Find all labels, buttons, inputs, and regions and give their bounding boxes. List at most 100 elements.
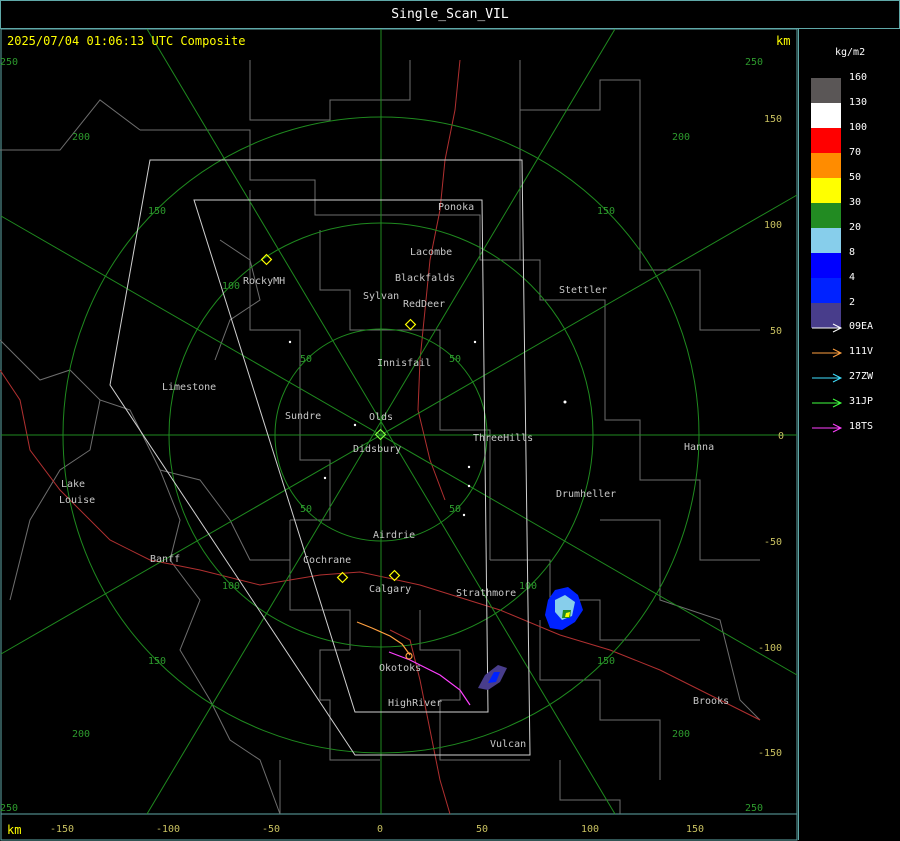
rivers bbox=[0, 59, 761, 815]
place-label: Cochrane bbox=[303, 555, 351, 566]
x-tick: 0 bbox=[377, 824, 383, 835]
radar-label: 27ZW bbox=[849, 371, 874, 382]
place-label: Hanna bbox=[684, 442, 714, 453]
x-tick: -50 bbox=[262, 824, 280, 835]
place-label: Sylvan bbox=[363, 291, 399, 302]
legend-swatch bbox=[811, 278, 841, 303]
place-label: Didsbury bbox=[353, 444, 401, 455]
ring-label: 50 bbox=[449, 354, 461, 365]
x-tick: 50 bbox=[476, 824, 488, 835]
radar-label: 09EA bbox=[849, 321, 874, 332]
place-label: Innisfail bbox=[377, 358, 431, 369]
ring-label: 50 bbox=[300, 354, 312, 365]
place-label: Vulcan bbox=[490, 739, 526, 750]
ring-label: 250 bbox=[745, 57, 763, 68]
ring-label: 150 bbox=[148, 656, 166, 667]
legend-swatch-label: 70 bbox=[849, 147, 862, 158]
place-label: Lacombe bbox=[410, 247, 452, 258]
place-label: Lake bbox=[61, 479, 85, 490]
legend-swatch bbox=[811, 203, 841, 228]
place-label: Okotoks bbox=[379, 663, 421, 674]
legend-swatch bbox=[811, 228, 841, 253]
place-label: Stettler bbox=[559, 285, 607, 296]
legend-swatch bbox=[811, 78, 841, 103]
ring-label: 250 bbox=[745, 803, 763, 814]
ring-label: 100 bbox=[222, 281, 240, 292]
legend-swatch bbox=[811, 103, 841, 128]
radar-arrow-icon bbox=[811, 422, 843, 434]
km-label-top: km bbox=[776, 34, 791, 48]
y-tick: 100 bbox=[764, 220, 782, 231]
axis-strip bbox=[0, 813, 798, 841]
ring-label: 50 bbox=[449, 504, 461, 515]
legend-swatch-label: 30 bbox=[849, 197, 862, 208]
county-boundaries bbox=[0, 60, 761, 815]
legend-swatch-label: 160 bbox=[849, 72, 868, 83]
legend-swatch bbox=[811, 153, 841, 178]
radar-map[interactable]: 50 50 50 50 100 100 100 150 150 150 150 … bbox=[0, 0, 798, 841]
place-label: Louise bbox=[59, 495, 95, 506]
legend-swatch-label: 50 bbox=[849, 172, 862, 183]
place-label: RedDeer bbox=[403, 299, 445, 310]
radar-arrow-icon bbox=[811, 322, 843, 334]
place-label: ThreeHills bbox=[473, 433, 533, 444]
place-labels: Ponoka Lacombe Blackfalds Sylvan RedDeer Stet… bbox=[59, 202, 729, 750]
y-tick: -100 bbox=[758, 643, 782, 654]
place-label: Banff bbox=[150, 554, 180, 565]
km-label-bottom: km bbox=[7, 823, 22, 837]
ring-label: 150 bbox=[148, 206, 166, 217]
ring-label: 250 bbox=[0, 57, 18, 68]
y-tick: 0 bbox=[778, 431, 784, 442]
legend-swatch-label: 20 bbox=[849, 222, 862, 233]
radar-arrow-icon bbox=[811, 372, 843, 384]
legend-swatch bbox=[811, 128, 841, 153]
ring-label: 100 bbox=[222, 581, 240, 592]
range-rings bbox=[0, 28, 798, 815]
legend-swatch-label: 8 bbox=[849, 247, 856, 258]
place-label: Limestone bbox=[162, 382, 216, 393]
ring-label: 200 bbox=[672, 729, 690, 740]
site-markers bbox=[260, 253, 417, 660]
place-label: Olds bbox=[369, 412, 393, 423]
precip-echoes bbox=[478, 587, 583, 690]
legend-panel: kg/m2 160 130 100 70 50 30 20 8 4 2 09EA 111V 27ZW 3… bbox=[798, 29, 900, 840]
x-tick: -150 bbox=[50, 824, 74, 835]
radar-label: 18TS bbox=[849, 421, 874, 432]
plot-frame bbox=[0, 28, 798, 815]
legend-swatch-label: 100 bbox=[849, 122, 868, 133]
x-tick: 100 bbox=[581, 824, 599, 835]
place-label: Ponoka bbox=[438, 202, 474, 213]
ring-label: 200 bbox=[72, 132, 90, 143]
ring-label: 150 bbox=[597, 206, 615, 217]
place-label: Strathmore bbox=[456, 588, 516, 599]
ring-label: 250 bbox=[0, 803, 18, 814]
legend-swatch bbox=[811, 253, 841, 278]
place-label: HighRiver bbox=[388, 698, 442, 709]
legend-swatch-label: 4 bbox=[849, 272, 856, 283]
legend-swatch bbox=[811, 178, 841, 203]
place-label: Blackfalds bbox=[395, 273, 455, 284]
legend-unit: kg/m2 bbox=[835, 47, 866, 58]
scan-timestamp: 2025/07/04 01:06:13 UTC Composite bbox=[7, 34, 246, 48]
x-tick: 150 bbox=[686, 824, 704, 835]
legend-swatch-label: 130 bbox=[849, 97, 868, 108]
place-label: RockyMH bbox=[243, 276, 285, 287]
axis-labels: -150 -100 -50 0 50 100 150 150 100 50 0 … bbox=[50, 114, 784, 835]
y-tick: 150 bbox=[764, 114, 782, 125]
radar-label: 31JP bbox=[849, 396, 874, 407]
ring-label: 150 bbox=[597, 656, 615, 667]
place-label: Calgary bbox=[369, 584, 411, 595]
radar-arrow-icon bbox=[811, 347, 843, 359]
radar-label: 111V bbox=[849, 346, 874, 357]
radar-arrow-icon bbox=[811, 397, 843, 409]
ring-label: 200 bbox=[672, 132, 690, 143]
y-tick: 50 bbox=[770, 326, 782, 337]
place-label: Brooks bbox=[693, 696, 729, 707]
y-tick: -50 bbox=[764, 537, 782, 548]
ring-label: 200 bbox=[72, 729, 90, 740]
place-label: Drumheller bbox=[556, 489, 616, 500]
place-label: Sundre bbox=[285, 411, 321, 422]
ring-label: 50 bbox=[300, 504, 312, 515]
x-tick: -100 bbox=[156, 824, 180, 835]
place-label: Airdrie bbox=[373, 530, 415, 541]
